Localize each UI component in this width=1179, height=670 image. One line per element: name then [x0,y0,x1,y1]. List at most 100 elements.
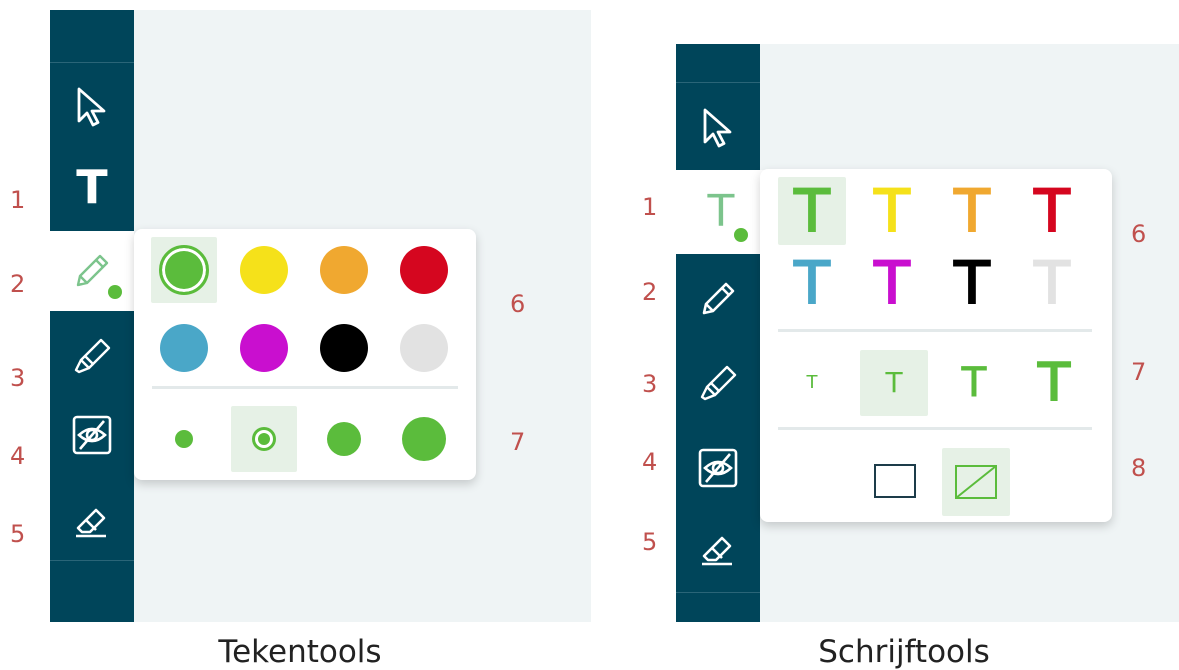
text-tool-button[interactable]: T [676,170,766,254]
no-box-icon [955,465,997,499]
brush-size-small[interactable] [151,406,217,472]
callout-5: 5 [642,528,658,556]
size-dot [327,422,361,456]
text-size-extra-large[interactable]: T [1020,350,1088,416]
text-background-box[interactable] [862,448,928,514]
color-option-light-gray[interactable] [391,315,457,381]
pencil-icon [702,282,735,315]
callout-3: 3 [642,370,658,398]
text-color-blue[interactable]: T [778,249,846,317]
eraser-tool-button[interactable] [676,516,760,580]
text-color-glyph: T [873,249,910,317]
size-dot [402,417,446,461]
text-size-glyph: T [806,372,818,393]
cursor-icon [77,87,106,127]
callout-4: 4 [642,448,658,476]
active-indicator-dot [734,228,748,242]
toolbar-divider [50,62,134,63]
text-color-glyph: T [793,249,830,317]
text-color-glyph: T [873,177,910,245]
text-size-glyph: T [1037,353,1071,413]
text-size-large[interactable]: T [940,350,1008,416]
text-color-glyph: T [1033,249,1070,317]
cursor-icon [703,108,732,148]
brush-size-medium[interactable] [231,406,297,472]
color-swatch [400,246,448,294]
callout-1: 1 [642,193,658,221]
color-option-red[interactable] [391,237,457,303]
eraser-tool-button[interactable] [50,490,134,550]
size-dot [258,433,270,445]
text-color-yellow[interactable]: T [858,177,926,245]
hide-tool-button[interactable] [50,405,134,465]
color-option-orange[interactable] [311,237,377,303]
callout-7: 7 [1131,358,1147,386]
text-tool-icon: T [76,160,108,214]
text-size-glyph: T [885,366,903,399]
marker-icon [74,338,111,374]
callout-5: 5 [10,520,26,548]
toolbar-divider [50,560,134,561]
color-swatch [320,246,368,294]
color-swatch [159,245,209,295]
callout-6: 6 [510,290,526,318]
text-color-red[interactable]: T [1018,177,1086,245]
color-swatch [240,246,288,294]
pencil-icon [76,254,109,287]
marker-tool-button[interactable] [676,350,760,414]
color-option-black[interactable] [311,315,377,381]
callout-7: 7 [510,428,526,456]
select-tool-button[interactable] [676,98,760,158]
eraser-icon [702,536,732,566]
text-color-glyph: T [953,177,990,245]
pencil-tool-button[interactable] [50,231,134,311]
text-color-magenta[interactable]: T [858,249,926,317]
text-color-green[interactable]: T [778,177,846,245]
callout-2: 2 [10,270,26,298]
callout-2: 2 [642,278,658,306]
options-divider [778,427,1092,430]
text-color-light-gray[interactable]: T [1018,249,1086,317]
callout-1: 1 [10,186,26,214]
marker-tool-button[interactable] [50,325,134,385]
active-indicator-dot [108,285,122,299]
size-dot [175,430,193,448]
brush-size-extra-large[interactable] [391,406,457,472]
color-option-blue[interactable] [151,315,217,381]
color-swatch [240,324,288,372]
options-divider [152,386,458,389]
hide-eye-icon [72,415,112,455]
color-option-magenta[interactable] [231,315,297,381]
color-option-green[interactable] [151,237,217,303]
color-option-yellow[interactable] [231,237,297,303]
callout-8: 8 [1131,454,1147,482]
pencil-tool-button[interactable] [676,264,760,334]
drawing-options-popup [134,229,476,480]
select-tool-button[interactable] [50,80,134,134]
text-tool-button[interactable]: T [50,160,134,214]
right-caption: Schrijftools [818,634,990,670]
text-size-medium[interactable]: T [860,350,928,416]
text-color-glyph: T [1033,177,1070,245]
text-size-small[interactable]: T [778,350,846,416]
hide-tool-button[interactable] [676,436,760,500]
marker-icon [700,365,737,401]
toolbar-divider [676,592,760,593]
options-divider [778,329,1092,332]
box-icon [874,464,916,498]
callout-6: 6 [1131,220,1147,248]
left-caption: Tekentools [218,634,382,670]
callout-3: 3 [10,364,26,392]
color-swatch [320,324,368,372]
text-size-glyph: T [961,360,987,406]
text-color-black[interactable]: T [938,249,1006,317]
toolbar-divider [676,82,760,83]
brush-size-large[interactable] [311,406,377,472]
text-background-none[interactable] [942,448,1010,516]
text-tool-icon: T [707,186,735,237]
eraser-icon [76,508,106,538]
text-color-orange[interactable]: T [938,177,1006,245]
text-color-glyph: T [953,249,990,317]
text-color-glyph: T [793,177,830,245]
color-swatch [400,324,448,372]
